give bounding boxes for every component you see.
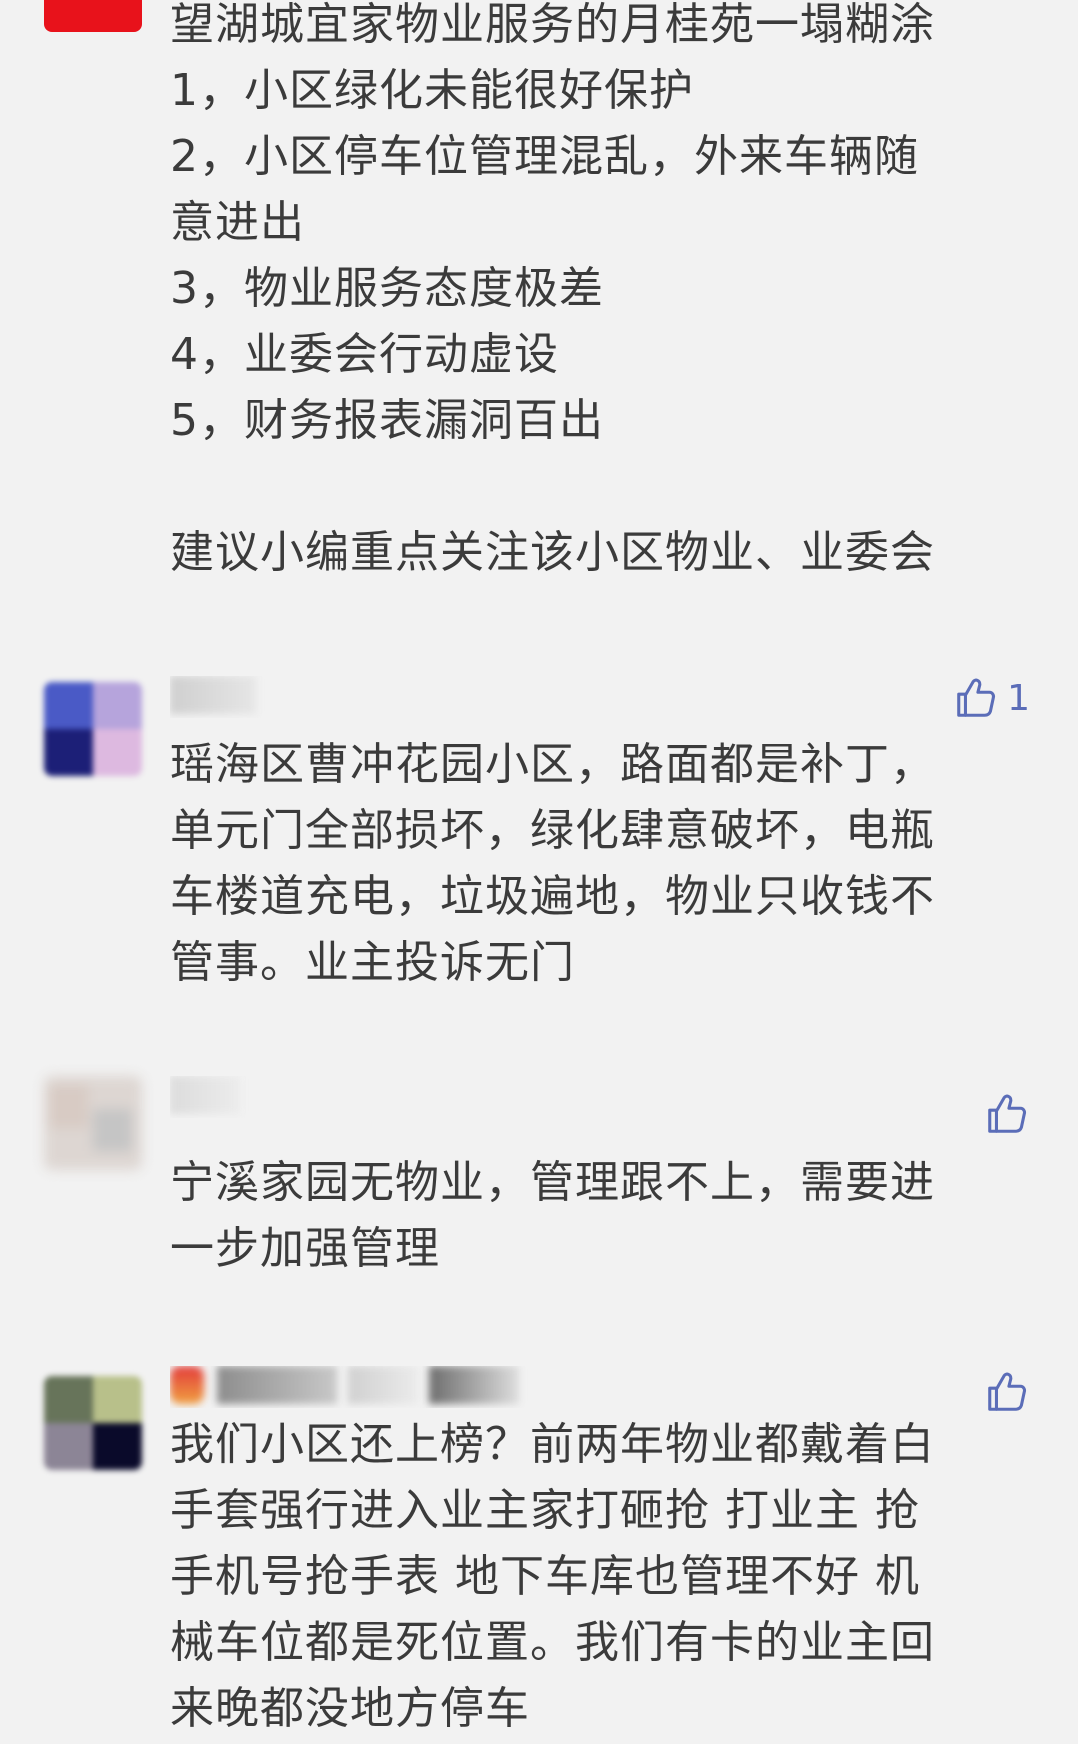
comment-text: 我们小区还上榜？前两年物业都戴着白 手套强行进入业主家打砸抢 打业主 抢 手机号…: [170, 1412, 1010, 1742]
comment-line: 建议小编重点关注该小区物业、业委会: [170, 527, 935, 578]
username[interactable]: [170, 676, 310, 718]
username[interactable]: [170, 1076, 310, 1118]
comment-line: 单元门全部损坏，绿化肆意破坏，电瓶: [170, 805, 935, 856]
thumbs-up-icon: [988, 1372, 1027, 1411]
comment-line: 来晚都没地方停车: [170, 1683, 530, 1734]
like-count: 1: [1007, 677, 1030, 719]
comment-line: 4，业委会行动虚设: [170, 329, 559, 380]
avatar[interactable]: [44, 682, 142, 776]
username-redacted: [348, 1366, 419, 1404]
comment-text: 瑶海区曹冲花园小区，路面都是补丁， 单元门全部损坏，绿化肆意破坏，电瓶 车楼道充…: [170, 732, 1010, 996]
comment-line: 1，小区绿化未能很好保护: [170, 65, 694, 116]
comment-line: 3，物业服务态度极差: [170, 263, 604, 314]
comment-line: 宁溪家园无物业，管理跟不上，需要进: [170, 1157, 935, 1208]
username-redacted: [429, 1366, 520, 1404]
comments-screen: 望湖城宜家物业服务的月桂苑一塌糊涂 1，小区绿化未能很好保护 2，小区停车位管理…: [0, 0, 1078, 1744]
username-redacted: [170, 1076, 240, 1114]
comment-line: 瑶海区曹冲花园小区，路面都是补丁，: [170, 739, 935, 790]
username-redacted: [217, 1366, 338, 1404]
comment-line: 一步加强管理: [170, 1223, 440, 1274]
avatar[interactable]: [44, 1376, 142, 1470]
comment-line: 手套强行进入业主家打砸抢 打业主 抢: [170, 1485, 920, 1536]
username-redacted: [170, 676, 256, 714]
like-button[interactable]: [984, 1092, 1030, 1136]
username[interactable]: [170, 1366, 540, 1408]
comment-line: 车楼道充电，垃圾遍地，物业只收钱不: [170, 871, 935, 922]
avatar[interactable]: [44, 1076, 142, 1170]
avatar[interactable]: [44, 0, 142, 32]
comment-text: 望湖城宜家物业服务的月桂苑一塌糊涂 1，小区绿化未能很好保护 2，小区停车位管理…: [170, 0, 1010, 586]
thumbs-up-icon: [957, 678, 996, 717]
badge-icon: [170, 1366, 204, 1404]
thumbs-up-icon: [988, 1094, 1027, 1133]
comment-line: 械车位都是死位置。我们有卡的业主回: [170, 1617, 935, 1668]
comment-line: 手机号抢手表 地下车库也管理不好 机: [170, 1551, 920, 1602]
comment-line: 管事。业主投诉无门: [170, 937, 575, 988]
like-button[interactable]: 1: [953, 676, 1030, 720]
comment-line: 意进出: [170, 197, 305, 248]
comment-line: 2，小区停车位管理混乱，外来车辆随: [170, 131, 919, 182]
comment-line: 5，财务报表漏洞百出: [170, 395, 604, 446]
comment-line: 望湖城宜家物业服务的月桂苑一塌糊涂: [170, 0, 935, 50]
comment-text: 宁溪家园无物业，管理跟不上，需要进 一步加强管理: [170, 1150, 1010, 1282]
like-button[interactable]: [984, 1370, 1030, 1414]
comment-line: 我们小区还上榜？前两年物业都戴着白: [170, 1419, 935, 1470]
comment-line: [170, 454, 1010, 520]
